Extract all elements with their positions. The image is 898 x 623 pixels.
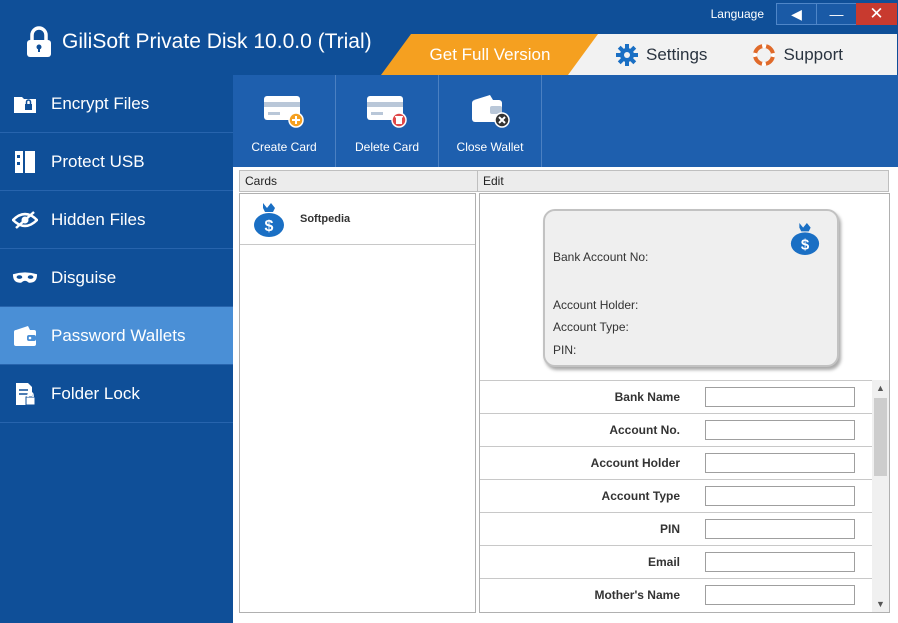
sidebar-item-label: Encrypt Files <box>51 93 150 113</box>
title-bar: GiliSoft Private Disk 10.0.0 (Trial) Lan… <box>0 0 898 75</box>
account-no-input[interactable] <box>705 420 855 440</box>
eye-slash-icon <box>12 207 38 233</box>
gear-icon <box>616 43 638 66</box>
cards-header: Cards <box>239 170 478 192</box>
support-button[interactable]: Support <box>753 43 843 66</box>
folder-lock-icon <box>12 91 38 117</box>
list-item[interactable]: $ Softpedia <box>240 194 475 245</box>
padlock-icon <box>27 26 51 57</box>
cards-list: $ Softpedia <box>239 193 476 613</box>
sidebar-item-folder-lock[interactable]: Folder Lock <box>0 365 233 423</box>
scroll-down-icon[interactable]: ▼ <box>872 596 889 612</box>
close-button[interactable]: ✕ <box>856 3 897 25</box>
bank-name-input[interactable] <box>705 387 855 407</box>
edit-header: Edit <box>477 170 889 192</box>
money-bag-icon: $ <box>790 222 820 255</box>
form-row-account-no: Account No. <box>480 413 872 446</box>
sidebar-item-label: Password Wallets <box>51 325 186 345</box>
field-label: Account No. <box>609 423 680 437</box>
close-wallet-label: Close Wallet <box>456 140 524 154</box>
mask-icon <box>12 265 38 291</box>
field-label: Bank Name <box>614 390 680 404</box>
get-full-version-button[interactable]: Get Full Version <box>381 34 599 75</box>
support-label: Support <box>783 44 843 64</box>
svg-text:$: $ <box>801 236 810 253</box>
usb-icon <box>12 149 38 175</box>
top-menu: Settings Support <box>568 34 897 75</box>
scrollbar-thumb[interactable] <box>874 398 887 476</box>
money-bag-icon: $ <box>254 203 284 237</box>
wallet-close-icon <box>472 95 510 128</box>
minimize-button[interactable]: — <box>816 3 857 25</box>
app-title: GiliSoft Private Disk 10.0.0 (Trial) <box>24 26 372 58</box>
edit-pane: $ Bank Account No: Account Holder: Accou… <box>479 193 890 613</box>
field-label: Account Holder <box>590 456 680 470</box>
svg-text:$: $ <box>265 218 274 235</box>
form-scrollbar[interactable]: ▲ ▼ <box>872 380 889 612</box>
form-row-account-holder: Account Holder <box>480 446 872 479</box>
sidebar-item-protect-usb[interactable]: Protect USB <box>0 133 233 191</box>
form-row-email: Email <box>480 545 872 578</box>
sidebar-item-disguise[interactable]: Disguise <box>0 249 233 307</box>
field-label: PIN <box>659 522 680 536</box>
form-row-account-type: Account Type <box>480 479 872 512</box>
pane-headers: Cards Edit <box>239 170 890 192</box>
preview-account-type: Account Type: <box>553 320 629 334</box>
window-controls: ◀ — ✕ <box>776 3 897 25</box>
sidebar-item-label: Folder Lock <box>51 383 140 403</box>
account-holder-input[interactable] <box>705 453 855 473</box>
sidebar-item-encrypt-files[interactable]: Encrypt Files <box>0 75 233 133</box>
preview-account-holder: Account Holder: <box>553 298 639 312</box>
scroll-up-icon[interactable]: ▲ <box>872 380 889 396</box>
mothers-name-input[interactable] <box>705 585 855 605</box>
create-card-button[interactable]: Create Card <box>233 75 336 167</box>
sidebar-item-password-wallets[interactable]: Password Wallets <box>0 307 233 365</box>
settings-button[interactable]: Settings <box>616 43 708 66</box>
toolbar: Create Card Delete Card Close Wallet <box>233 75 898 167</box>
sidebar-item-label: Hidden Files <box>51 209 146 229</box>
card-form: Bank Name Account No. Account Holder Acc… <box>480 380 872 611</box>
card-add-icon <box>264 96 304 128</box>
wallet-icon <box>12 323 38 349</box>
account-type-input[interactable] <box>705 486 855 506</box>
field-label: Account Type <box>601 489 680 503</box>
field-label: Mother's Name <box>594 588 680 602</box>
preview-bank-account-no: Bank Account No: <box>553 250 649 264</box>
delete-card-label: Delete Card <box>354 140 420 154</box>
lifebuoy-icon <box>753 43 776 66</box>
pin-input[interactable] <box>705 519 855 539</box>
sidebar: Encrypt Files Protect USB Hidden Files D… <box>0 75 233 623</box>
main-panel: Create Card Delete Card Close Wallet Car… <box>233 75 898 623</box>
field-label: Email <box>647 555 680 569</box>
language-label[interactable]: Language <box>711 7 764 21</box>
sidebar-item-label: Protect USB <box>51 151 145 171</box>
email-input[interactable] <box>705 552 855 572</box>
sidebar-item-hidden-files[interactable]: Hidden Files <box>0 191 233 249</box>
form-row-bank-name: Bank Name <box>480 380 872 413</box>
close-wallet-button[interactable]: Close Wallet <box>439 75 542 167</box>
form-row-mothers-name: Mother's Name <box>480 578 872 611</box>
form-row-pin: PIN <box>480 512 872 545</box>
card-name: Softpedia <box>300 213 351 225</box>
card-preview: $ Bank Account No: Account Holder: Accou… <box>543 209 839 367</box>
language-button[interactable]: ◀ <box>776 3 817 25</box>
delete-card-button[interactable]: Delete Card <box>336 75 439 167</box>
app-title-text: GiliSoft Private Disk 10.0.0 (Trial) <box>62 30 372 53</box>
card-delete-icon <box>367 96 407 128</box>
document-lock-icon <box>12 381 38 407</box>
sidebar-item-label: Disguise <box>51 267 117 287</box>
preview-pin: PIN: <box>553 343 577 357</box>
create-card-label: Create Card <box>251 140 317 154</box>
settings-label: Settings <box>646 44 708 64</box>
